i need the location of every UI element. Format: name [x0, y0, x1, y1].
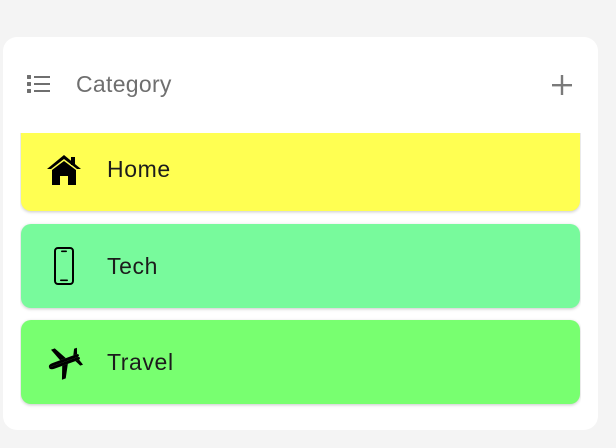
category-label: Tech [107, 253, 158, 279]
category-item-travel[interactable]: Travel [21, 320, 580, 404]
card-header: Category [3, 37, 598, 133]
airplane-icon [45, 343, 84, 381]
list-icon [27, 74, 51, 94]
page-title: Category [76, 71, 172, 97]
phone-icon [45, 247, 83, 285]
category-label: Home [107, 156, 171, 182]
category-item-tech[interactable]: Tech [21, 224, 580, 308]
category-item-home[interactable]: Home [21, 133, 580, 211]
add-category-button[interactable] [547, 70, 577, 100]
home-icon [45, 151, 83, 189]
plus-icon [547, 75, 577, 104]
category-list: Home Tech Travel [20, 133, 581, 430]
category-card: Category Home Tech Travel [3, 37, 598, 430]
category-label: Travel [107, 349, 174, 375]
